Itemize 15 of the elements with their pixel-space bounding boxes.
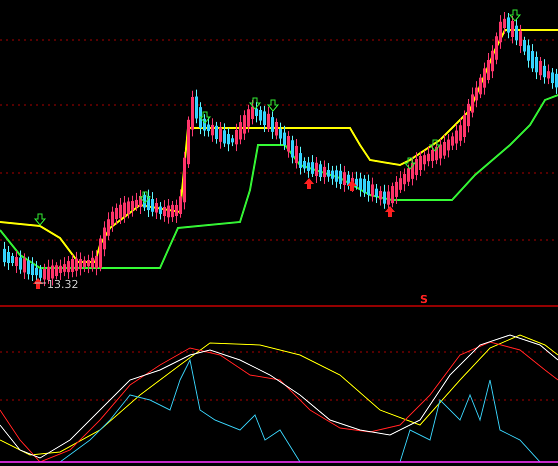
down-arrow-icon xyxy=(404,158,416,170)
signal-label: S xyxy=(420,293,428,306)
up-arrow-icon xyxy=(347,180,357,191)
price-label: 13.32 xyxy=(47,278,78,291)
down-arrow-icon xyxy=(266,100,280,112)
up-arrow-icon xyxy=(33,278,43,289)
down-arrow-icon xyxy=(34,214,46,226)
down-arrow-icon xyxy=(428,140,442,152)
leader-line xyxy=(34,282,46,284)
up-arrow-icon xyxy=(385,206,395,217)
down-arrow-icon xyxy=(138,192,152,204)
down-arrow-icon xyxy=(248,98,262,110)
down-arrow-icon xyxy=(508,10,522,22)
down-arrow-icon xyxy=(198,112,212,124)
up-arrow-icon xyxy=(304,178,314,189)
